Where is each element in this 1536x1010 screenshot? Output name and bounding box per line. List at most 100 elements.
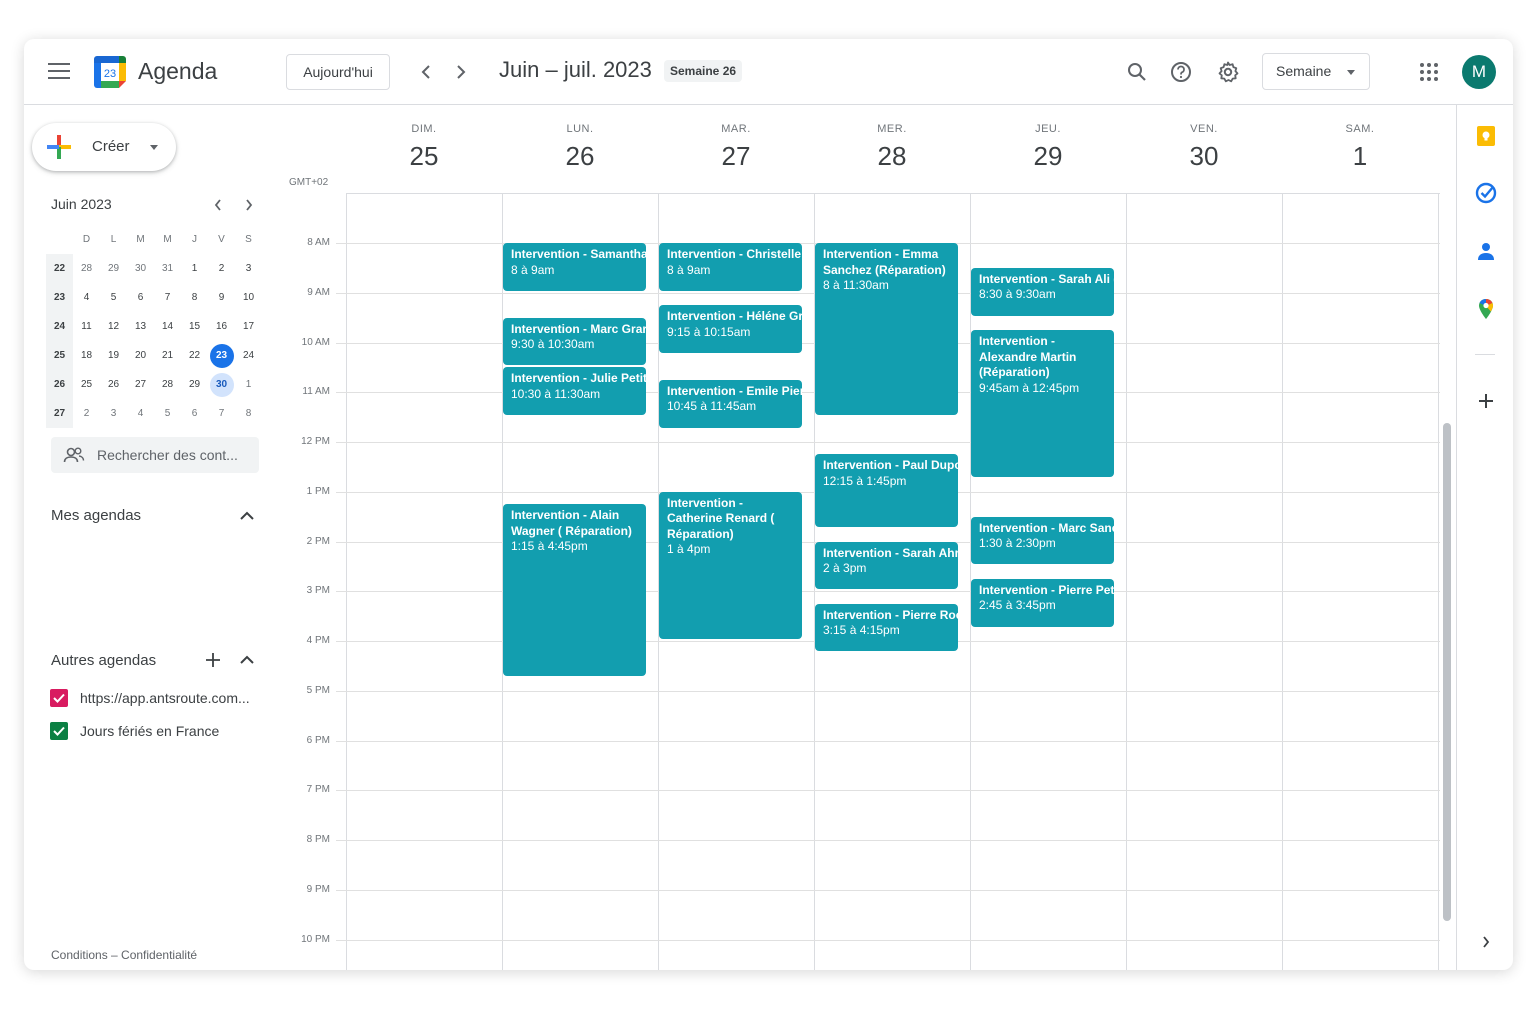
day-header[interactable]: JEU. 29 [970,123,1126,172]
calendar-event[interactable]: Intervention - Samantha 8 à 9am [503,243,646,291]
mini-calendar-day[interactable]: 21 [154,341,181,370]
calendar-event[interactable]: Intervention - Alain Wagner ( Réparation… [503,504,646,677]
contacts-button[interactable] [1475,240,1497,262]
mini-calendar-day[interactable]: 23 [208,341,235,370]
week-number[interactable]: 26 [46,370,73,399]
day-number[interactable]: 29 [970,141,1126,172]
calendar-event[interactable]: Intervention - Marc Grar 9:30 à 10:30am [503,317,646,366]
footer-links[interactable]: Conditions – Confidentialité [51,948,197,962]
search-button[interactable] [1124,59,1150,85]
mini-calendar-day[interactable]: 25 [73,370,100,399]
create-button[interactable]: Créer [32,123,176,171]
mini-calendar-day[interactable]: 2 [73,399,100,428]
day-header[interactable]: MER. 28 [814,123,970,172]
mini-calendar-day[interactable]: 28 [154,370,181,399]
week-number[interactable]: 24 [46,312,73,341]
week-number[interactable]: 23 [46,283,73,312]
next-week-button[interactable] [447,59,473,85]
calendar-event[interactable]: Intervention - Emma Sanchez (Réparation)… [815,243,958,416]
day-number[interactable]: 26 [502,141,658,172]
mini-calendar-day[interactable]: 4 [127,399,154,428]
view-selector[interactable]: Semaine [1262,53,1370,90]
mini-calendar-previous-button[interactable] [208,195,228,215]
calendar-event[interactable]: Intervention - Alexandre Martin (Réparat… [971,330,1114,478]
mini-calendar-day[interactable]: 24 [235,341,262,370]
expand-panel-button[interactable] [1475,931,1497,953]
mini-calendar-day[interactable]: 22 [181,341,208,370]
previous-week-button[interactable] [414,59,440,85]
day-header[interactable]: LUN. 26 [502,123,658,172]
day-number[interactable]: 25 [346,141,502,172]
mini-calendar-day[interactable]: 29 [100,254,127,283]
calendar-event[interactable]: Intervention - Catherine Renard ( Répara… [659,491,802,639]
week-number[interactable]: 27 [46,399,73,428]
calendar-event[interactable]: Intervention - Paul Dupont (Installation… [815,454,958,528]
mini-calendar-day[interactable]: 12 [100,312,127,341]
people-search-input[interactable]: Rechercher des cont... [51,437,259,473]
mini-calendar-day[interactable]: 7 [154,283,181,312]
add-calendar-button[interactable] [203,650,223,670]
hamburger-icon[interactable] [48,63,70,81]
mini-calendar-day[interactable]: 18 [73,341,100,370]
account-avatar[interactable]: M [1462,55,1496,89]
mini-calendar-day[interactable]: 30 [208,370,235,399]
mini-calendar-day[interactable]: 28 [73,254,100,283]
mini-calendar-day[interactable]: 2 [208,254,235,283]
mini-calendar-day[interactable]: 11 [73,312,100,341]
calendar-event[interactable]: Intervention - Marc Sanc 1:30 à 2:30pm [971,516,1114,565]
mini-calendar-day[interactable]: 15 [181,312,208,341]
my-calendars-title[interactable]: Mes agendas [51,507,141,524]
day-header[interactable]: DIM. 25 [346,123,502,172]
mini-calendar-next-button[interactable] [239,195,259,215]
mini-calendar-day[interactable]: 5 [100,283,127,312]
calendar-event[interactable]: Intervention - Emile Pier 10:45 à 11:45am [659,379,802,428]
mini-calendar-day[interactable]: 16 [208,312,235,341]
my-calendars-toggle[interactable] [237,506,257,526]
day-header[interactable]: MAR. 27 [658,123,814,172]
mini-calendar-day[interactable]: 27 [127,370,154,399]
other-calendars-toggle[interactable] [237,650,257,670]
day-number[interactable]: 28 [814,141,970,172]
help-button[interactable] [1168,59,1194,85]
day-number[interactable]: 27 [658,141,814,172]
other-calendars-title[interactable]: Autres agendas [51,652,156,669]
calendar-checkbox[interactable] [50,689,68,707]
mini-calendar-day[interactable]: 3 [235,254,262,283]
get-addons-button[interactable] [1475,390,1497,412]
tasks-button[interactable] [1475,182,1497,204]
mini-calendar-day[interactable]: 1 [181,254,208,283]
day-number[interactable]: 1 [1282,141,1438,172]
mini-calendar-day[interactable]: 13 [127,312,154,341]
today-button[interactable]: Aujourd'hui [286,54,390,90]
mini-calendar-day[interactable]: 8 [181,283,208,312]
calendar-event[interactable]: Intervention - Christelle 8 à 9am [659,243,802,291]
mini-calendar-day[interactable]: 29 [181,370,208,399]
grid-scrollbar[interactable] [1443,423,1451,921]
keep-button[interactable] [1475,125,1497,147]
mini-calendar-day[interactable]: 9 [208,283,235,312]
mini-calendar-day[interactable]: 30 [127,254,154,283]
calendar-event[interactable]: Intervention - Héléne Gr 9:15 à 10:15am [659,305,802,353]
mini-calendar-day[interactable]: 26 [100,370,127,399]
mini-calendar-day[interactable]: 1 [235,370,262,399]
mini-calendar-day[interactable]: 17 [235,312,262,341]
mini-calendar-day[interactable]: 8 [235,399,262,428]
mini-calendar-day[interactable]: 19 [100,341,127,370]
mini-calendar-day[interactable]: 3 [100,399,127,428]
mini-calendar-day[interactable]: 31 [154,254,181,283]
apps-button[interactable] [1416,59,1442,85]
calendar-event[interactable]: Intervention - Julie Petit 10:30 à 11:30a… [503,367,646,416]
week-number[interactable]: 25 [46,341,73,370]
mini-calendar-day[interactable]: 4 [73,283,100,312]
day-header[interactable]: SAM. 1 [1282,123,1438,172]
mini-calendar-day[interactable]: 6 [181,399,208,428]
calendar-event[interactable]: Intervention - Pierre Roc 3:15 à 4:15pm [815,603,958,652]
mini-calendar-day[interactable]: 6 [127,283,154,312]
mini-calendar-day[interactable]: 10 [235,283,262,312]
calendar-event[interactable]: Intervention - Pierre Pet 2:45 à 3:45pm [971,578,1114,627]
maps-button[interactable] [1475,298,1497,320]
calendar-checkbox[interactable] [50,722,68,740]
mini-calendar-day[interactable]: 20 [127,341,154,370]
calendar-event[interactable]: Intervention - Sarah Ahr 2 à 3pm [815,541,958,590]
day-header[interactable]: VEN. 30 [1126,123,1282,172]
